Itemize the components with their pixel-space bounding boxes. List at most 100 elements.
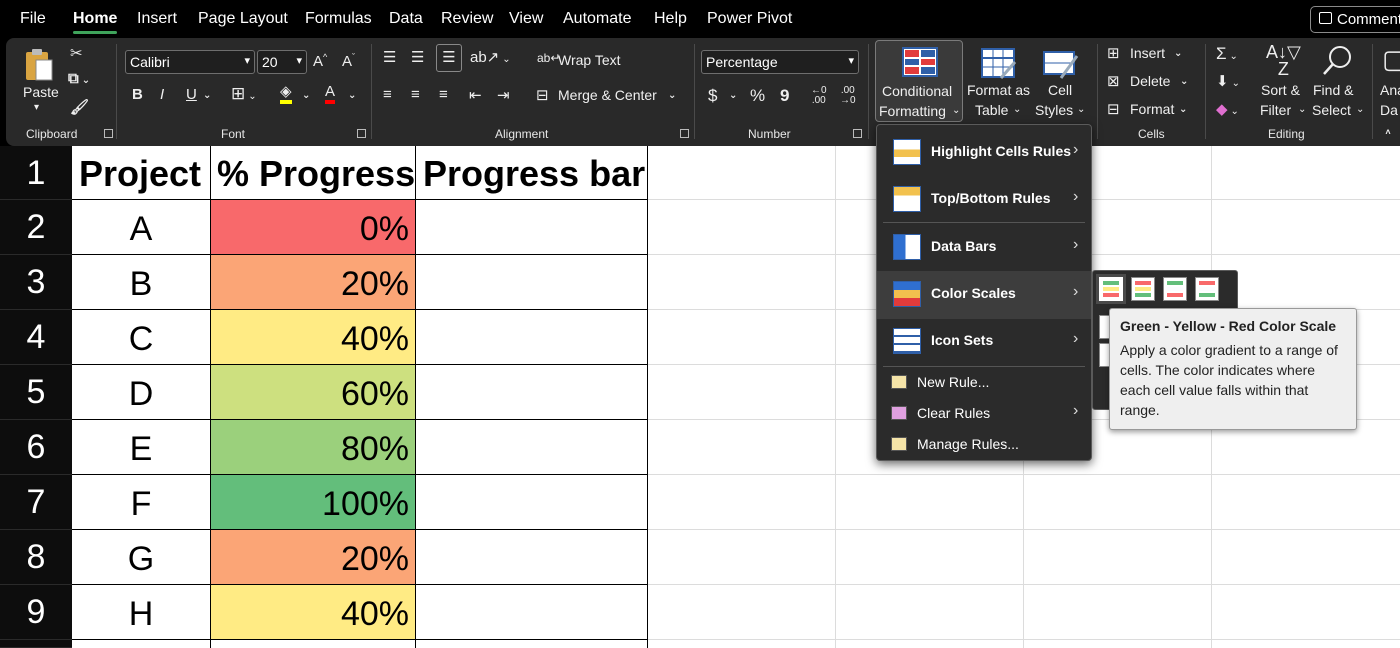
percent-button[interactable]: % — [750, 86, 765, 106]
chevron-down-icon[interactable]: ⌄ — [203, 90, 211, 101]
wrap-text-button[interactable]: Wrap Text — [558, 52, 621, 68]
cell-project[interactable]: D — [72, 365, 211, 420]
underline-button[interactable]: U — [186, 86, 197, 103]
tab-help[interactable]: Help — [654, 10, 687, 28]
menu-item-manage-rules[interactable]: Manage Rules... — [877, 429, 1091, 459]
cell-progress-bar[interactable] — [416, 310, 648, 365]
cell-progress[interactable]: 80% — [211, 420, 416, 475]
tab-review[interactable]: Review — [441, 10, 493, 28]
menu-item-icon-sets[interactable]: Icon Sets › — [877, 318, 1091, 366]
header-cell-progress[interactable]: % Progress — [211, 146, 416, 200]
chevron-down-icon[interactable]: ⌄ — [729, 90, 737, 101]
align-middle-icon[interactable]: ☰ — [411, 48, 424, 66]
cell-project[interactable]: E — [72, 420, 211, 475]
increase-decimal-button[interactable]: ←0.00 — [811, 86, 827, 106]
row-header[interactable]: 7 — [0, 475, 72, 530]
row-header[interactable]: 2 — [0, 200, 72, 255]
copy-icon[interactable]: ⧉ ⌄ — [68, 70, 90, 87]
conditional-formatting-button[interactable]: Conditional Formatting ⌄ — [875, 40, 963, 122]
tab-formulas[interactable]: Formulas — [305, 10, 372, 28]
clear-icon[interactable]: ◆ ⌄ — [1216, 100, 1239, 118]
menu-item-new-rule[interactable]: New Rule... — [877, 367, 1091, 397]
menu-item-highlight-cells-rules[interactable]: Highlight Cells Rules › — [877, 129, 1091, 177]
tab-data[interactable]: Data — [389, 10, 423, 28]
font-color-icon[interactable]: A — [325, 84, 336, 104]
align-center-icon[interactable]: ≡ — [411, 86, 420, 103]
menu-item-clear-rules[interactable]: Clear Rules › — [877, 398, 1091, 428]
currency-button[interactable]: $ — [708, 86, 717, 106]
cell-progress[interactable]: 40% — [211, 310, 416, 365]
tab-automate[interactable]: Automate — [563, 10, 631, 28]
cell-progress[interactable]: 20% — [211, 530, 416, 585]
row-header[interactable]: 8 — [0, 530, 72, 585]
color-scale-green-white-red[interactable] — [1163, 277, 1187, 301]
cell-project[interactable]: C — [72, 310, 211, 365]
bold-button[interactable]: B — [132, 86, 143, 103]
cell-project[interactable]: A — [72, 200, 211, 255]
row-header[interactable]: 4 — [0, 310, 72, 365]
cell-progress-bar[interactable] — [416, 200, 648, 255]
insert-cells-button[interactable]: Insert — [1130, 45, 1165, 61]
paste-button[interactable]: Paste ▾ — [18, 44, 62, 118]
menu-item-data-bars[interactable]: Data Bars › — [877, 224, 1091, 272]
font-size-dropdown[interactable]: 20 ▾ — [257, 50, 307, 74]
cell-progress-bar[interactable] — [416, 530, 648, 585]
fill-color-icon[interactable]: ◈ — [280, 84, 292, 104]
shrink-font-button[interactable]: Aˇ — [342, 52, 355, 70]
tab-file[interactable]: File — [20, 10, 46, 28]
cell-progress-bar[interactable] — [416, 640, 648, 648]
color-scale-green-yellow-red[interactable] — [1096, 274, 1126, 304]
cell-progress-bar[interactable] — [416, 475, 648, 530]
font-launcher-icon[interactable] — [357, 129, 366, 138]
header-cell-project[interactable]: Project — [72, 146, 211, 200]
cell-progress[interactable]: 20% — [211, 255, 416, 310]
decrease-decimal-button[interactable]: .00 →0 — [840, 86, 856, 106]
cell-progress-bar[interactable] — [416, 255, 648, 310]
cell-progress-bar[interactable] — [416, 420, 648, 475]
cell-styles-button[interactable]: Cell Styles ⌄ — [1033, 44, 1091, 122]
cut-icon[interactable]: ✂ — [70, 44, 83, 62]
italic-button[interactable]: I — [160, 86, 164, 103]
font-name-dropdown[interactable]: Calibri ▾ — [125, 50, 255, 74]
format-as-table-button[interactable]: Format as Table ⌄ — [965, 44, 1033, 122]
row-header[interactable] — [0, 640, 72, 648]
alignment-launcher-icon[interactable] — [680, 129, 689, 138]
header-cell-progress-bar[interactable]: Progress bar — [416, 146, 648, 200]
menu-item-top-bottom-rules[interactable]: Top/Bottom Rules › — [877, 176, 1091, 224]
tab-power-pivot[interactable]: Power Pivot — [707, 10, 792, 28]
chevron-down-icon[interactable]: ⌄ — [1174, 48, 1182, 59]
cell-project[interactable]: H — [72, 585, 211, 640]
chevron-down-icon[interactable]: ⌄ — [302, 90, 310, 101]
row-header[interactable]: 6 — [0, 420, 72, 475]
color-scale-red-white-green[interactable] — [1195, 277, 1219, 301]
decrease-indent-icon[interactable]: ⇤ — [469, 86, 482, 104]
row-header[interactable]: 5 — [0, 365, 72, 420]
cell-progress[interactable]: 0% — [211, 200, 416, 255]
tab-insert[interactable]: Insert — [137, 10, 177, 28]
tab-home[interactable]: Home — [73, 10, 118, 34]
merge-center-button[interactable]: Merge & Center — [558, 87, 657, 103]
row-header[interactable]: 1 — [0, 146, 72, 200]
cell-project[interactable]: B — [72, 255, 211, 310]
grow-font-button[interactable]: A^ — [313, 52, 327, 70]
align-right-icon[interactable]: ≡ — [439, 86, 448, 103]
align-bottom-icon[interactable]: ☰ — [436, 44, 462, 72]
cell-progress[interactable]: 40% — [211, 585, 416, 640]
align-top-icon[interactable]: ☰ — [383, 48, 396, 66]
format-cells-button[interactable]: Format — [1130, 101, 1174, 117]
chevron-down-icon[interactable]: ⌄ — [1180, 76, 1188, 87]
comments-button[interactable]: Comments — [1310, 6, 1400, 33]
cell-progress-bar[interactable] — [416, 365, 648, 420]
comma-style-button[interactable]: 9 — [780, 86, 789, 106]
cell-progress[interactable] — [211, 640, 416, 648]
cell-project[interactable] — [72, 640, 211, 648]
analyze-data-button[interactable]: ▢ Ana Da A — [1378, 44, 1400, 134]
delete-cells-button[interactable]: Delete — [1130, 73, 1170, 89]
chevron-down-icon[interactable]: ⌄ — [668, 90, 676, 101]
tab-page-layout[interactable]: Page Layout — [198, 10, 288, 28]
cell-progress[interactable]: 100% — [211, 475, 416, 530]
clipboard-launcher-icon[interactable] — [104, 129, 113, 138]
menu-item-color-scales[interactable]: Color Scales › — [877, 271, 1091, 319]
sort-filter-button[interactable]: A↓▽ Z Sort & Filter ⌄ — [1258, 43, 1308, 122]
autosum-icon[interactable]: Σ ⌄ — [1216, 44, 1238, 64]
